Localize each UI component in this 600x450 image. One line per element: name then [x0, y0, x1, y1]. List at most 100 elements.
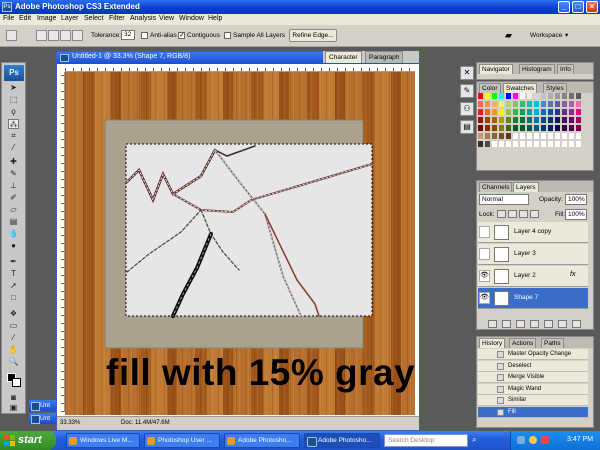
swatch-cell[interactable]: [527, 125, 533, 132]
eyedropper-sample-tool-icon[interactable]: ⁄: [8, 333, 19, 343]
swatch-grid[interactable]: [478, 93, 588, 163]
swatch-cell[interactable]: [527, 109, 533, 116]
visibility-eye-icon[interactable]: 👁: [479, 270, 490, 282]
start-button[interactable]: start: [0, 431, 56, 450]
swatch-cell[interactable]: [506, 109, 512, 116]
tab-paragraph[interactable]: Paragraph: [365, 51, 404, 63]
subtract-from-selection-icon[interactable]: [60, 30, 71, 41]
quick-mask-icon[interactable]: ◙: [8, 393, 19, 403]
swatch-cell[interactable]: [555, 93, 561, 100]
swatch-cell[interactable]: [506, 141, 512, 148]
swatch-cell[interactable]: [534, 93, 540, 100]
swatch-cell[interactable]: [541, 117, 547, 124]
add-to-selection-icon[interactable]: [48, 30, 59, 41]
tab-layers[interactable]: Layers: [513, 182, 539, 192]
desktop-search-input[interactable]: Search Desktop: [384, 434, 468, 447]
swatch-cell[interactable]: [499, 117, 505, 124]
security-icon[interactable]: [541, 436, 549, 444]
healing-brush-tool-icon[interactable]: ✚: [8, 157, 19, 167]
menu-window[interactable]: Window: [179, 15, 204, 22]
swatch-cell[interactable]: [485, 141, 491, 148]
minimized-document-1[interactable]: Unt: [29, 400, 56, 411]
new-selection-icon[interactable]: [36, 30, 47, 41]
minimize-button[interactable]: _: [558, 1, 570, 13]
swatch-cell[interactable]: [548, 109, 554, 116]
layer-mask-icon[interactable]: [516, 320, 525, 328]
taskbar-item-adobe-photoshop-1[interactable]: Adobe Photosho...: [224, 433, 300, 448]
swatch-cell[interactable]: [513, 125, 519, 132]
swatch-cell[interactable]: [485, 109, 491, 116]
swatch-cell[interactable]: [513, 141, 519, 148]
lock-position-icon[interactable]: [519, 210, 528, 218]
swatch-cell[interactable]: [555, 133, 561, 140]
marquee-tool-icon[interactable]: ⬚: [8, 95, 19, 105]
layer-comps-icon[interactable]: ▤: [460, 120, 474, 134]
layer-effects-icon[interactable]: fx: [570, 271, 575, 278]
swatch-cell[interactable]: [478, 93, 484, 100]
tab-channels[interactable]: Channels: [479, 182, 513, 192]
swatch-cell[interactable]: [485, 93, 491, 100]
tab-swatches[interactable]: Swatches: [503, 83, 538, 93]
swatch-cell[interactable]: [569, 117, 575, 124]
link-layers-icon[interactable]: [488, 320, 497, 328]
swatch-cell[interactable]: [499, 101, 505, 108]
history-item[interactable]: Magic Wand: [478, 383, 588, 395]
delete-layer-icon[interactable]: [572, 320, 581, 328]
swatch-cell[interactable]: [534, 117, 540, 124]
swatch-cell[interactable]: [499, 93, 505, 100]
visibility-eye-icon[interactable]: [479, 226, 490, 238]
shape-tool-icon[interactable]: □: [8, 293, 19, 303]
swatch-cell[interactable]: [492, 101, 498, 108]
visibility-eye-icon[interactable]: 👁: [479, 292, 490, 304]
history-brush-tool-icon[interactable]: ✐: [8, 193, 19, 203]
hand-tool-icon[interactable]: ✋: [8, 345, 19, 355]
history-item[interactable]: Master Opacity Change: [478, 349, 588, 360]
swatch-cell[interactable]: [513, 93, 519, 100]
swatch-cell[interactable]: [534, 109, 540, 116]
menu-analysis[interactable]: Analysis: [130, 15, 156, 22]
swatch-cell[interactable]: [506, 117, 512, 124]
swatch-cell[interactable]: [506, 125, 512, 132]
eyedropper-tool-icon[interactable]: ⁄: [8, 143, 19, 153]
swatch-cell[interactable]: [534, 133, 540, 140]
swatch-cell[interactable]: [485, 125, 491, 132]
clone-source-icon[interactable]: ⚇: [460, 102, 474, 116]
swatch-cell[interactable]: [569, 133, 575, 140]
swatch-cell[interactable]: [513, 109, 519, 116]
swatch-cell[interactable]: [485, 117, 491, 124]
maximize-button[interactable]: □: [572, 1, 584, 13]
brush-tool-icon[interactable]: ✎: [8, 169, 19, 179]
swatch-cell[interactable]: [492, 117, 498, 124]
swatch-cell[interactable]: [555, 109, 561, 116]
sample-all-layers-checkbox[interactable]: [224, 32, 231, 39]
swatch-cell[interactable]: [506, 133, 512, 140]
swatch-cell[interactable]: [527, 101, 533, 108]
close-button[interactable]: ×: [586, 1, 598, 13]
document-size-info[interactable]: Doc: 11.4M/47.6M: [121, 420, 170, 426]
lock-all-icon[interactable]: [530, 210, 539, 218]
tab-navigator[interactable]: Navigator: [479, 64, 513, 74]
tab-histogram[interactable]: Histogram: [519, 64, 555, 74]
swatch-cell[interactable]: [562, 141, 568, 148]
dodge-tool-icon[interactable]: ●: [8, 241, 19, 251]
swatch-cell[interactable]: [569, 101, 575, 108]
swatch-cell[interactable]: [555, 141, 561, 148]
antialias-checkbox[interactable]: [141, 32, 148, 39]
swatch-cell[interactable]: [499, 141, 505, 148]
swatch-cell[interactable]: [492, 141, 498, 148]
swatch-cell[interactable]: [562, 125, 568, 132]
menu-filter[interactable]: Filter: [109, 15, 125, 22]
vertical-ruler[interactable]: [57, 72, 65, 412]
messenger-icon[interactable]: [529, 436, 537, 444]
taskbar-item-photoshop-user[interactable]: Photoshop User ...: [144, 433, 220, 448]
swatch-cell[interactable]: [541, 141, 547, 148]
tab-info[interactable]: Info: [557, 64, 574, 74]
swatch-cell[interactable]: [576, 101, 582, 108]
network-icon[interactable]: [517, 436, 525, 444]
swatch-cell[interactable]: [506, 101, 512, 108]
swatch-cell[interactable]: [562, 109, 568, 116]
menu-help[interactable]: Help: [208, 15, 222, 22]
photoshop-logo[interactable]: Ps: [4, 65, 24, 81]
layer-row[interactable]: Layer 4 copy: [478, 222, 588, 243]
background-color-swatch[interactable]: [12, 378, 21, 387]
